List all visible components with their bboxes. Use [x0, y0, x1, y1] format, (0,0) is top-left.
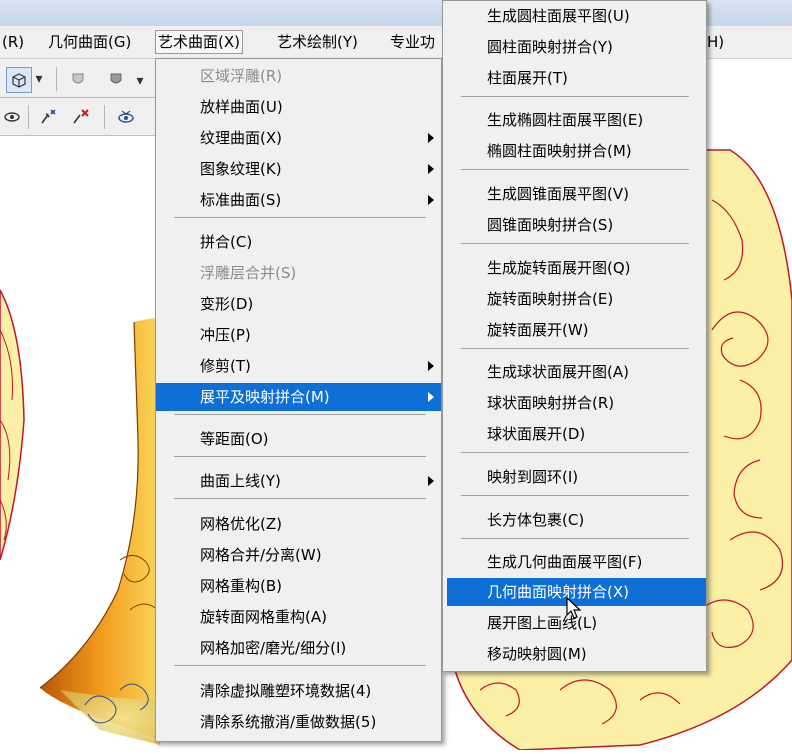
submenu-item-geometry-flat[interactable]: 生成几何曲面展平图(F) — [443, 548, 706, 576]
menu-separator — [461, 452, 689, 453]
menu-r[interactable]: (R) — [0, 31, 26, 53]
art-surface-menu: 区域浮雕(R) 放样曲面(U) 纹理曲面(X) 图象纹理(K) 标准曲面(S) … — [155, 58, 442, 742]
mouse-cursor-icon — [566, 596, 582, 621]
flatten-map-submenu: 生成圆柱面展平图(U) 圆柱面映射拼合(Y) 柱面展开(T) 生成椭圆柱面展平图… — [442, 0, 707, 672]
submenu-item-ellipse-cylinder-flat[interactable]: 生成椭圆柱面展平图(E) — [443, 106, 706, 134]
menu-item-trim[interactable]: 修剪(T) — [156, 352, 441, 380]
submenu-item-revolve-flat[interactable]: 生成旋转面展开图(Q) — [443, 254, 706, 282]
view-eye-icon[interactable] — [114, 105, 138, 129]
menu-item-clear-virtual-env[interactable]: 清除虚拟雕塑环境数据(4) — [156, 677, 441, 705]
menu-item-standard-surface[interactable]: 标准曲面(S) — [156, 186, 441, 214]
chevron-down-icon[interactable]: ▾ — [32, 67, 46, 91]
menu-item-region-relief: 区域浮雕(R) — [200, 67, 283, 85]
submenu-item-sphere-flat[interactable]: 生成球状面展开图(A) — [443, 358, 706, 386]
menu-professional[interactable]: 专业功 — [388, 31, 437, 53]
view-cube-icon[interactable] — [6, 67, 32, 93]
menu-art-drawing[interactable]: 艺术绘制(Y) — [275, 31, 360, 53]
menu-item-clear-undo-redo[interactable]: 清除系统撤消/重做数据(5) — [156, 708, 441, 736]
submenu-item-cylinder-map[interactable]: 圆柱面映射拼合(Y) — [443, 33, 706, 61]
submenu-arrow-icon — [428, 195, 434, 205]
menu-geometry-surface[interactable]: 几何曲面(G) — [46, 31, 133, 53]
menu-separator — [461, 495, 689, 496]
menu-item-flatten-map-merge[interactable]: 展平及映射拼合(M) — [156, 383, 441, 411]
menu-item-texture-surface[interactable]: 纹理曲面(X) — [156, 124, 441, 152]
menu-item-mesh-refine[interactable]: 网格加密/磨光/细分(I) — [156, 634, 441, 662]
more-icon[interactable]: ▾ — [134, 73, 146, 89]
submenu-item-cylinder-unfold[interactable]: 柱面展开(T) — [443, 64, 706, 92]
pick-point-icon[interactable] — [36, 105, 60, 129]
eye-curve-icon[interactable] — [0, 105, 24, 129]
submenu-item-cone-map[interactable]: 圆锥面映射拼合(S) — [443, 211, 706, 239]
submenu-arrow-icon — [428, 392, 434, 402]
menu-item-relief-layer-merge: 浮雕层合并(S) — [200, 264, 297, 282]
submenu-item-cone-flat[interactable]: 生成圆锥面展平图(V) — [443, 180, 706, 208]
menu-item-mesh-merge-split[interactable]: 网格合并/分离(W) — [156, 541, 441, 569]
menu-item-stamp[interactable]: 冲压(P) — [156, 321, 441, 349]
submenu-arrow-icon — [428, 133, 434, 143]
submenu-item-revolve-unfold[interactable]: 旋转面展开(W) — [443, 316, 706, 344]
menu-art-surface[interactable]: 艺术曲面(X) — [155, 30, 243, 54]
submenu-arrow-icon — [428, 361, 434, 371]
menu-item-loft-surface[interactable]: 放样曲面(U) — [156, 93, 441, 121]
submenu-item-revolve-map[interactable]: 旋转面映射拼合(E) — [443, 285, 706, 313]
submenu-item-box-wrap[interactable]: 长方体包裹(C) — [443, 506, 706, 534]
menu-separator — [461, 538, 689, 539]
menu-separator — [174, 456, 426, 457]
menu-item-revolve-mesh-rebuild[interactable]: 旋转面网格重构(A) — [156, 603, 441, 631]
menu-item-deform[interactable]: 变形(D) — [156, 290, 441, 318]
submenu-item-ellipse-cylinder-map[interactable]: 椭圆柱面映射拼合(M) — [443, 137, 706, 165]
submenu-arrow-icon — [428, 164, 434, 174]
menu-item-offset-surface[interactable]: 等距面(O) — [156, 425, 441, 453]
menu-item-mesh-rebuild[interactable]: 网格重构(B) — [156, 572, 441, 600]
menu-separator — [174, 414, 426, 415]
menu-item-merge[interactable]: 拼合(C) — [156, 228, 441, 256]
menu-item-curve-on-surface[interactable]: 曲面上线(Y) — [156, 467, 441, 495]
menu-separator — [461, 348, 689, 349]
shield-filled-icon[interactable] — [104, 67, 128, 91]
submenu-item-move-map-circle[interactable]: 移动映射圆(M) — [443, 640, 706, 668]
submenu-item-map-to-torus[interactable]: 映射到圆环(I) — [443, 463, 706, 491]
menu-separator — [461, 243, 689, 244]
submenu-arrow-icon — [428, 476, 434, 486]
menu-item-mesh-optimize[interactable]: 网格优化(Z) — [156, 510, 441, 538]
menu-help[interactable]: H) — [705, 31, 726, 53]
menu-separator — [461, 169, 689, 170]
shield-outline-icon[interactable] — [66, 67, 90, 91]
menu-item-image-texture[interactable]: 图象纹理(K) — [156, 155, 441, 183]
submenu-item-sphere-map[interactable]: 球状面映射拼合(R) — [443, 389, 706, 417]
menu-separator — [174, 217, 426, 218]
submenu-item-sphere-unfold[interactable]: 球状面展开(D) — [443, 420, 706, 448]
submenu-item-cylinder-flat[interactable]: 生成圆柱面展平图(U) — [443, 2, 706, 30]
toolbar: ▾ ▾ — [0, 59, 155, 136]
menu-separator — [461, 96, 689, 97]
menu-separator — [174, 665, 426, 666]
delete-point-icon[interactable] — [68, 105, 92, 129]
menu-separator — [174, 498, 426, 499]
